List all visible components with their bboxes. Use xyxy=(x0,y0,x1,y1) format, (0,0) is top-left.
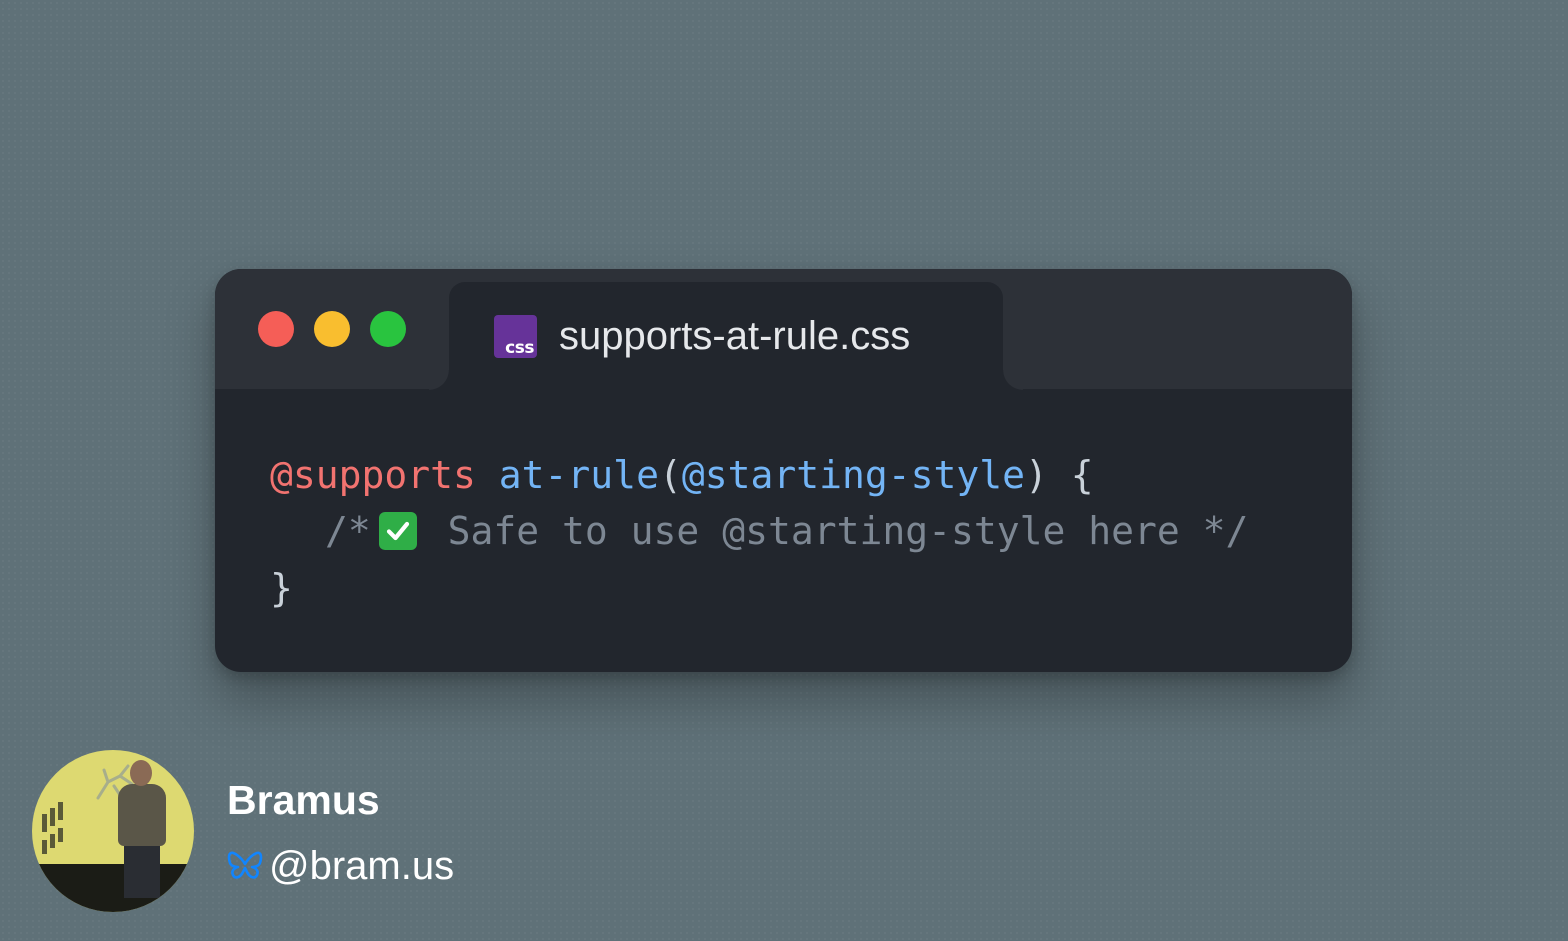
code-comment-open: /* xyxy=(325,509,371,553)
code-line-3: } xyxy=(270,560,293,616)
code-line-2: /* Safe to use @starting-style here */ xyxy=(325,503,1248,559)
minimize-button[interactable] xyxy=(314,311,350,347)
speaker-head xyxy=(130,760,152,786)
close-button[interactable] xyxy=(258,311,294,347)
code-argument: @starting-style xyxy=(681,453,1026,497)
code-paren-close: ) xyxy=(1025,453,1048,497)
code-editor: @supports at-rule(@starting-style) { /* … xyxy=(215,389,1352,672)
author-name: Bramus xyxy=(227,777,380,823)
code-brace-open: { xyxy=(1047,453,1094,497)
stage-floor xyxy=(32,864,194,912)
maximize-button[interactable] xyxy=(370,311,406,347)
window-titlebar: css supports-at-rule.css xyxy=(215,269,1352,390)
tab-filename: supports-at-rule.css xyxy=(559,314,911,358)
code-window: css supports-at-rule.css @supports at-ru… xyxy=(215,269,1352,672)
slide-labels-decoration xyxy=(40,796,84,856)
code-paren-open: ( xyxy=(658,453,682,497)
avatar[interactable] xyxy=(32,750,194,912)
code-line-1: @supports at-rule(@starting-style) { xyxy=(270,447,1094,503)
code-brace-close: } xyxy=(270,566,293,610)
code-comment-text: Safe to use @starting-style here */ xyxy=(447,509,1249,553)
code-function: at-rule xyxy=(498,453,659,497)
code-keyword: @supports xyxy=(270,453,476,497)
check-mark-button-icon xyxy=(378,512,417,550)
speaker-legs xyxy=(124,842,160,898)
author-handle[interactable]: @bram.us xyxy=(269,842,454,890)
tab-supports-at-rule[interactable]: css supports-at-rule.css xyxy=(429,282,1023,390)
bluesky-butterfly-icon xyxy=(227,851,263,879)
css-icon-label: css xyxy=(505,338,534,358)
speaker-body xyxy=(118,784,166,846)
css-file-icon: css xyxy=(494,315,537,358)
